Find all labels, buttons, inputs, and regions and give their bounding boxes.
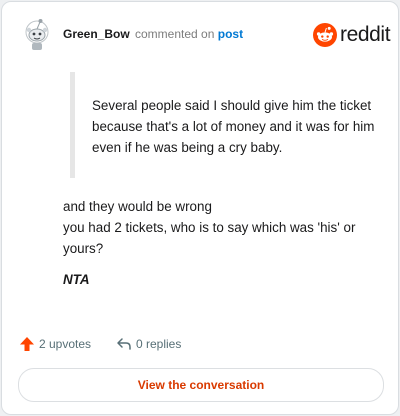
comment-header: Green_Bow commented on post reddit [2, 2, 398, 62]
comment-author[interactable]: Green_Bow [63, 27, 130, 41]
quoted-text-block: Several people said I should give him th… [70, 72, 392, 178]
reply-arrow-icon [117, 338, 131, 350]
comment-context: commented on post [135, 27, 243, 41]
comment-line-2: you had 2 tickets, who is to say which w… [63, 220, 356, 256]
reply-count: 0 replies [136, 337, 182, 351]
comment-footer: 2 upvotes 0 replies [19, 334, 379, 354]
comment-action-text: commented on [135, 27, 215, 41]
quoted-text: Several people said I should give him th… [92, 98, 375, 155]
comment-verdict: NTA [63, 272, 90, 287]
reddit-logo-icon [313, 23, 337, 47]
reddit-wordmark: reddit [340, 23, 391, 46]
upvote-count: 2 upvotes [39, 337, 92, 351]
comment-body: and they would be wrong you had 2 ticket… [63, 196, 383, 259]
comment-line-1: and they would be wrong [63, 199, 212, 214]
post-link[interactable]: post [218, 27, 243, 41]
view-conversation-button[interactable]: View the conversation [18, 368, 384, 402]
comment-card: Green_Bow commented on post reddit Sever… [1, 1, 399, 415]
upvote-arrow-icon [20, 337, 34, 351]
snoo-avatar-icon[interactable] [22, 16, 52, 52]
